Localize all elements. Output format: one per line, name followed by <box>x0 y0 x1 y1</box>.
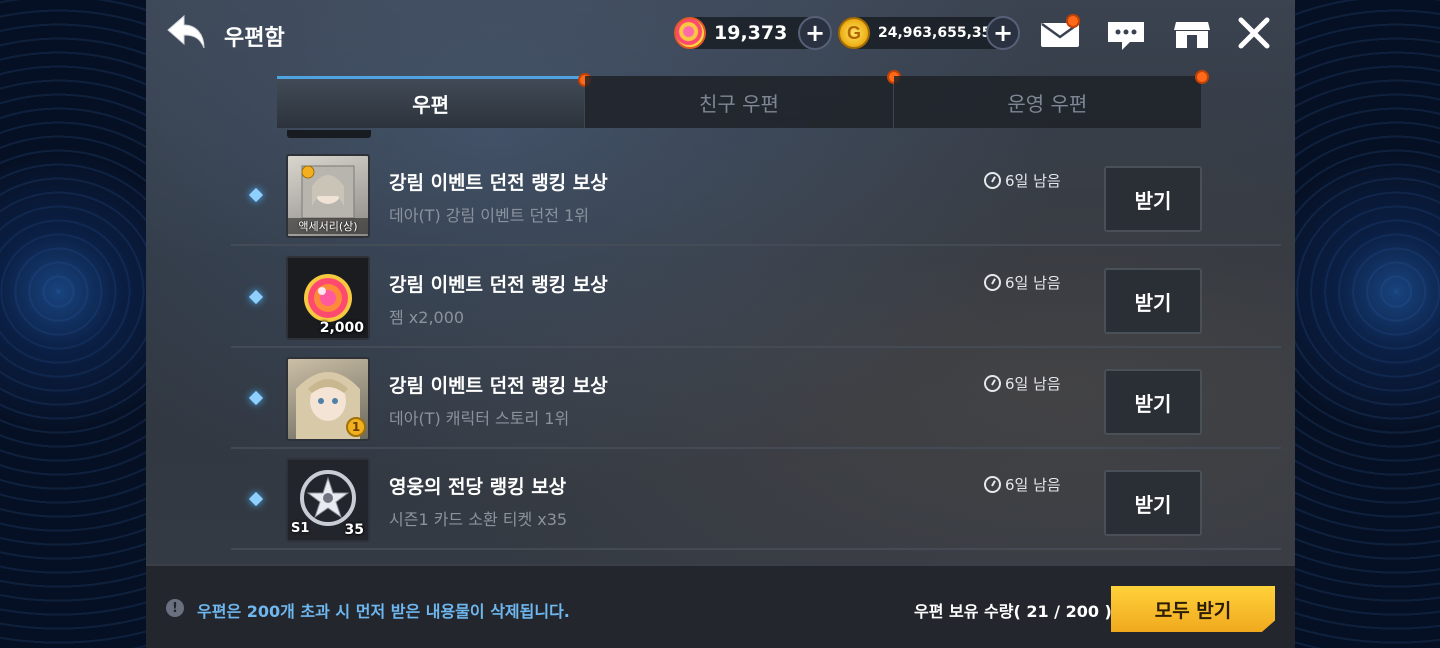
mail-count: 우편 보유 수량( 21 / 200 ) <box>914 602 1112 621</box>
mail-description: 데아(T) 강림 이벤트 던전 1위 <box>389 206 589 225</box>
close-icon <box>1238 17 1270 49</box>
time-remaining-text: 6일 남음 <box>1005 375 1061 393</box>
time-remaining-text: 6일 남음 <box>1005 274 1061 292</box>
gold-currency: G 24,963,655,358 + <box>838 16 1020 50</box>
list-item: S1 35 영웅의 전당 랭킹 보상 시즌1 카드 소환 티켓 x35 6일 남… <box>231 450 1281 550</box>
accessory-reward-thumbnail: 액세서리(상) <box>286 154 370 238</box>
thumbnail-tag: 액세서리(상) <box>288 218 368 234</box>
mail-description: 데아(T) 캐릭터 스토리 1위 <box>389 409 570 428</box>
tab-mail[interactable]: 우편 <box>277 73 593 128</box>
mail-title: 강림 이벤트 던전 랭킹 보상 <box>389 172 608 194</box>
claim-button[interactable]: 받기 <box>1104 470 1202 536</box>
shop-icon <box>1174 22 1210 48</box>
unread-marker-icon <box>248 390 264 406</box>
tab-label: 친구 우편 <box>699 91 779 116</box>
add-gem-button[interactable]: + <box>798 16 832 50</box>
list-item: 2,000 강림 이벤트 던전 랭킹 보상 젬 x2,000 6일 남음 받기 <box>231 248 1281 348</box>
page-title: 우편함 <box>224 26 285 51</box>
unread-marker-icon <box>248 187 264 203</box>
claim-all-button[interactable]: 모두 받기 <box>1111 586 1275 632</box>
chat-button[interactable] <box>1104 14 1148 54</box>
mail-title: 영웅의 전당 랭킹 보상 <box>389 476 567 498</box>
top-bar: 우편함 19,373 + G 24,963,655,358 + <box>146 0 1295 70</box>
season-tag: S1 <box>291 521 310 536</box>
reward-quantity: 35 <box>344 522 364 538</box>
time-remaining: 6일 남음 <box>984 474 1061 495</box>
clock-icon <box>984 375 1001 392</box>
footer-bar: ! 우편은 200개 초과 시 먼저 받은 내용물이 삭제됩니다. 우편 보유 … <box>146 564 1295 648</box>
clock-icon <box>984 172 1001 189</box>
time-remaining: 6일 남음 <box>984 272 1061 293</box>
rank-badge-icon: 1 <box>346 417 366 437</box>
unread-marker-icon <box>248 289 264 305</box>
mail-title: 강림 이벤트 던전 랭킹 보상 <box>389 274 608 296</box>
gold-coin-icon: G <box>838 17 870 49</box>
time-remaining: 6일 남음 <box>984 373 1061 394</box>
unread-marker-icon <box>248 491 264 507</box>
gem-icon <box>674 17 706 49</box>
mail-title: 강림 이벤트 던전 랭킹 보상 <box>389 375 608 397</box>
chat-bubble-icon <box>1108 22 1144 50</box>
mail-list[interactable]: 액세서리(상) 강림 이벤트 던전 랭킹 보상 데아(T) 강림 이벤트 던전 … <box>146 130 1295 564</box>
gold-amount: 24,963,655,358 <box>878 25 1002 41</box>
tab-operation-mail[interactable]: 운영 우편 <box>893 70 1209 128</box>
tab-label: 운영 우편 <box>1007 91 1088 116</box>
back-button[interactable] <box>164 12 212 56</box>
claim-button[interactable]: 받기 <box>1104 166 1202 232</box>
mail-notification-dot <box>1066 14 1080 28</box>
mail-tabs: 우편 친구 우편 운영 우편 <box>277 70 1209 128</box>
character-story-thumbnail: 1 <box>286 357 370 441</box>
shop-button[interactable] <box>1170 14 1214 54</box>
gem-amount: 19,373 <box>714 22 788 44</box>
mailbox-window: 우편함 19,373 + G 24,963,655,358 + 우편 친구 우편… <box>146 0 1295 648</box>
close-button[interactable] <box>1232 14 1276 54</box>
previous-item-edge <box>287 130 371 138</box>
claim-button[interactable]: 받기 <box>1104 369 1202 435</box>
reward-quantity: 2,000 <box>319 320 364 336</box>
clock-icon <box>984 476 1001 493</box>
back-arrow-icon <box>167 14 205 49</box>
gem-currency: 19,373 + <box>674 16 832 50</box>
clock-icon <box>984 274 1001 291</box>
time-remaining-text: 6일 남음 <box>1005 172 1061 190</box>
summon-ticket-thumbnail: S1 35 <box>286 458 370 542</box>
time-remaining-text: 6일 남음 <box>1005 476 1061 494</box>
info-icon: ! <box>166 599 184 617</box>
left-decorative-panel <box>0 0 146 648</box>
right-decorative-panel <box>1294 0 1440 648</box>
mail-description: 젬 x2,000 <box>389 308 465 327</box>
claim-button[interactable]: 받기 <box>1104 268 1202 334</box>
add-gold-button[interactable]: + <box>986 16 1020 50</box>
list-item: 액세서리(상) 강림 이벤트 던전 랭킹 보상 데아(T) 강림 이벤트 던전 … <box>231 146 1281 246</box>
mail-description: 시즌1 카드 소환 티켓 x35 <box>389 510 568 529</box>
mail-button[interactable] <box>1038 14 1082 54</box>
tab-notification-dot <box>1194 70 1209 84</box>
gem-reward-thumbnail: 2,000 <box>286 256 370 340</box>
tab-label: 우편 <box>412 93 450 117</box>
list-item: 1 강림 이벤트 던전 랭킹 보상 데아(T) 캐릭터 스토리 1위 6일 남음… <box>231 349 1281 449</box>
time-remaining: 6일 남음 <box>984 170 1061 191</box>
storage-notice: 우편은 200개 초과 시 먼저 받은 내용물이 삭제됩니다. <box>197 602 570 621</box>
tab-friend-mail[interactable]: 친구 우편 <box>585 70 901 128</box>
